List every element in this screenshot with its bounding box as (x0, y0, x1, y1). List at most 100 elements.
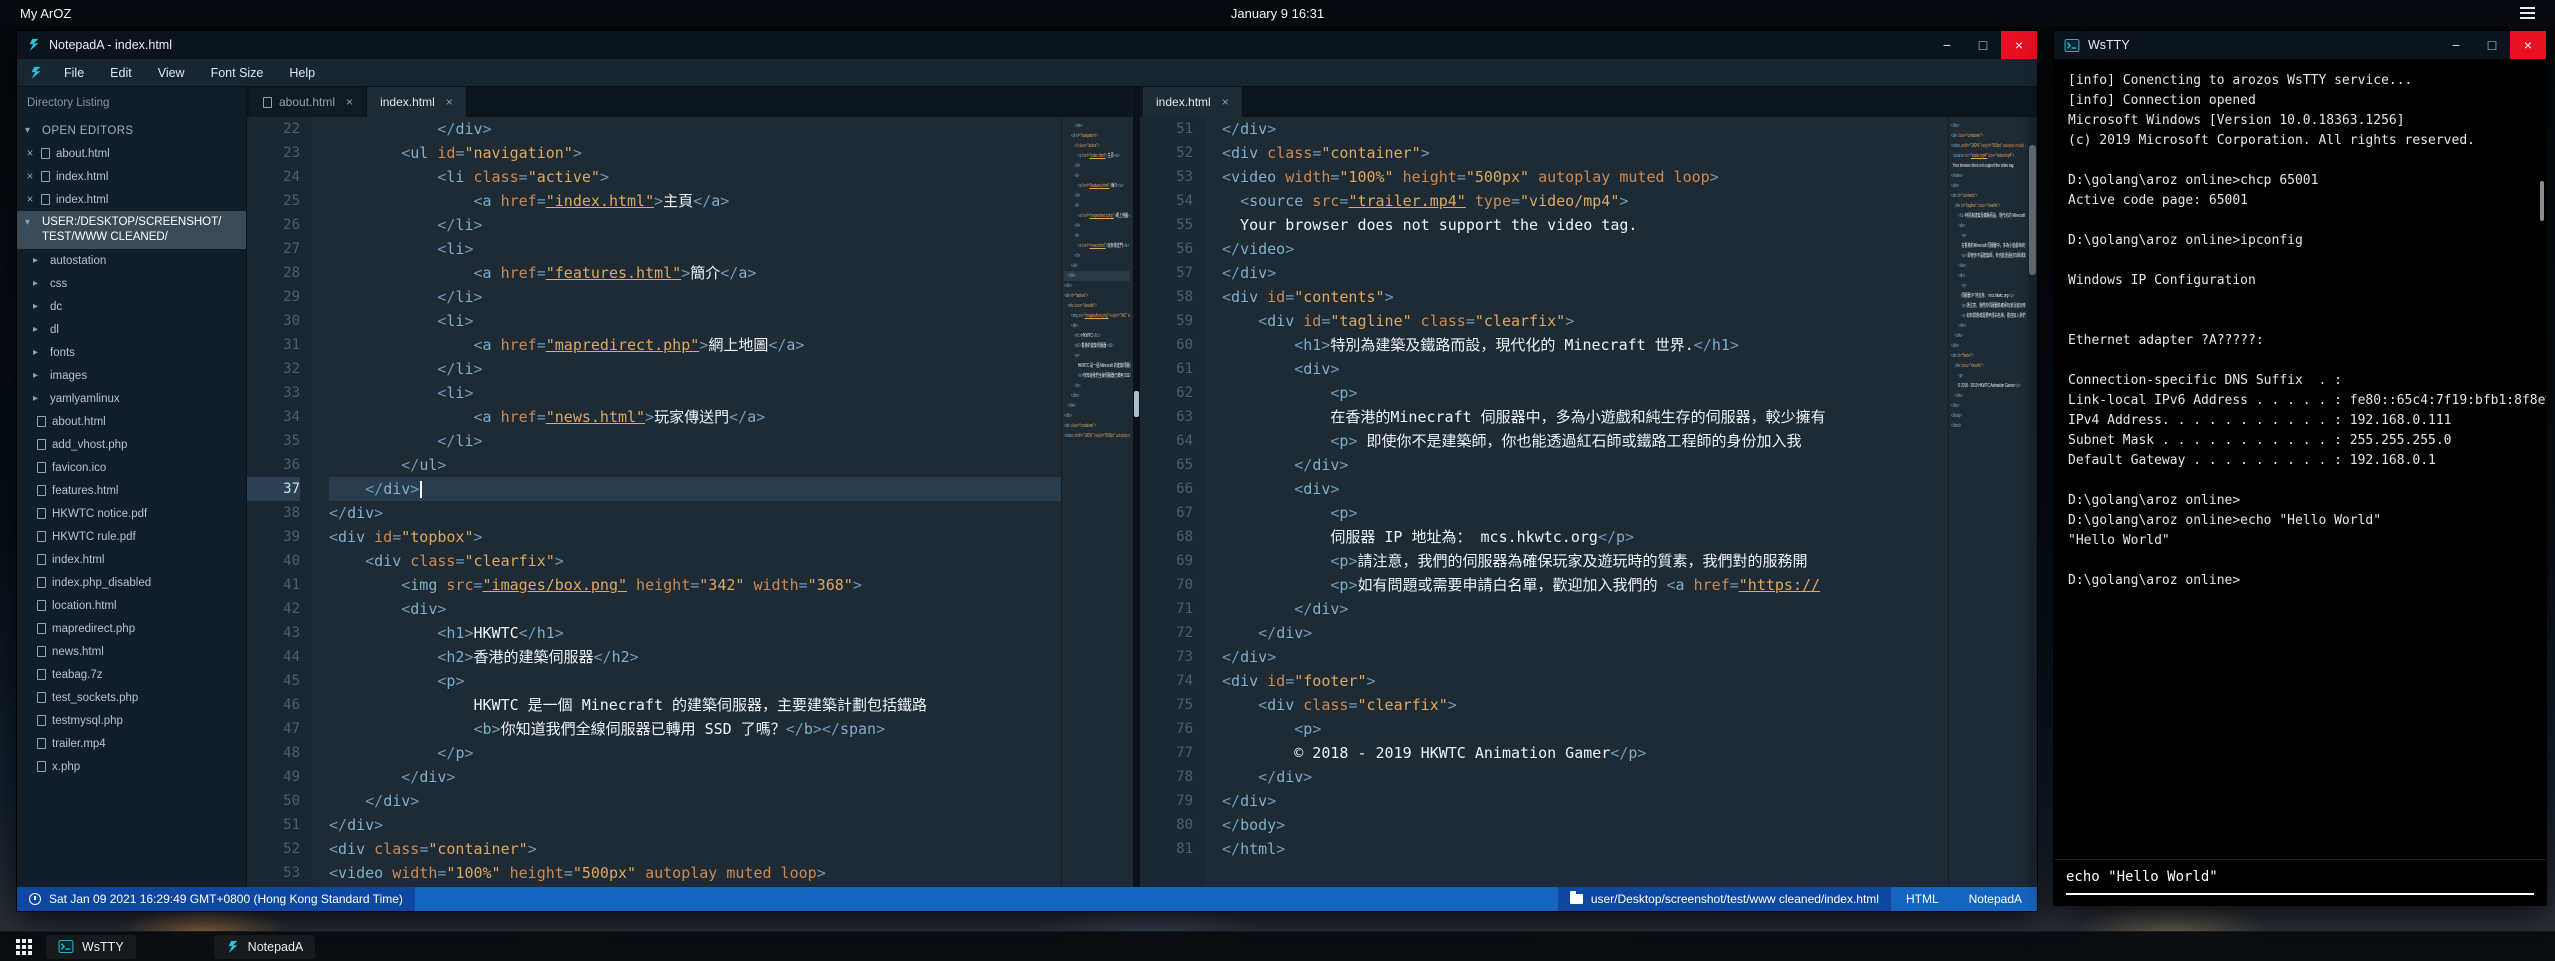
code-line[interactable]: </div> (1222, 261, 1948, 285)
code-line[interactable]: <ul id="navigation"> (329, 141, 1061, 165)
code-line[interactable]: </div> (1222, 621, 1948, 645)
code-line[interactable]: </div> (1222, 597, 1948, 621)
menu-item-help[interactable]: Help (276, 59, 328, 86)
file-features-html[interactable]: features.html (17, 479, 246, 502)
splitter-handle[interactable] (1134, 391, 1139, 417)
close-button[interactable]: × (2510, 31, 2546, 59)
minimap[interactable]: </div> <ul id="navigation"> <li class="a… (1061, 117, 1133, 887)
folder-css[interactable]: ▸css (17, 272, 246, 295)
pane-splitter[interactable] (1133, 87, 1140, 887)
code-line[interactable]: <a href="news.html">玩家傳送門</a> (329, 405, 1061, 429)
code-line[interactable]: <p> (1222, 501, 1948, 525)
code-line[interactable]: <p> (329, 669, 1061, 693)
file-teabag-7z[interactable]: teabag.7z (17, 663, 246, 686)
code-line[interactable]: <div class="clearfix"> (1222, 693, 1948, 717)
code-line[interactable]: </div> (329, 117, 1061, 141)
code-line[interactable]: <li> (329, 381, 1061, 405)
minimize-button[interactable]: − (1929, 31, 1965, 59)
open-editors-header[interactable]: ▾OPEN EDITORS (17, 119, 246, 142)
code-line[interactable]: <b>你知道我們全線伺服器已轉用 SSD 了嗎？</b></span> (329, 717, 1061, 741)
close-tab-icon[interactable]: × (446, 95, 453, 109)
code-line[interactable]: </div> (1222, 789, 1948, 813)
code-line[interactable]: <h2>香港的建築伺服器</h2> (329, 645, 1061, 669)
menu-item-edit[interactable]: Edit (97, 59, 145, 86)
code-line[interactable]: </div> (329, 501, 1061, 525)
folder-fonts[interactable]: ▸fonts (17, 341, 246, 364)
file-news-html[interactable]: news.html (17, 640, 246, 663)
folder-dl[interactable]: ▸dl (17, 318, 246, 341)
code-line[interactable]: </body> (1222, 813, 1948, 837)
code-line[interactable]: </div> (329, 813, 1061, 837)
file-mapredirect-php[interactable]: mapredirect.php (17, 617, 246, 640)
code-line[interactable]: </div> (1222, 765, 1948, 789)
close-file-icon[interactable]: × (25, 194, 35, 206)
file-hkwtc-rule-pdf[interactable]: HKWTC rule.pdf (17, 525, 246, 548)
code-line[interactable]: <p>如有問題或需要申請白名單，歡迎加入我們的 <a href="https:/… (1222, 573, 1948, 597)
code-line[interactable]: <div> (329, 597, 1061, 621)
code-line[interactable]: </div> (329, 765, 1061, 789)
editor-tab-about-html[interactable]: about.html× (250, 87, 367, 117)
file-add-vhost-php[interactable]: add_vhost.php (17, 433, 246, 456)
minimap[interactable]: </div><div class="container"><video widt… (1948, 117, 2028, 887)
code-line[interactable]: <source src="trailer.mp4" type="video/mp… (1222, 189, 1948, 213)
code-line[interactable]: © 2018 - 2019 HKWTC Animation Gamer</p> (1222, 741, 1948, 765)
code-line[interactable]: </li> (329, 213, 1061, 237)
code-line[interactable]: </div> (1222, 117, 1948, 141)
code-line[interactable]: HKWTC 是一個 Minecraft 的建築伺服器，主要建築計劃包括鐵路 (329, 693, 1061, 717)
code-line[interactable]: Your browser does not support the video … (1222, 213, 1948, 237)
code-line[interactable]: <div> (1222, 477, 1948, 501)
system-menu-button[interactable]: My ArOZ (20, 6, 71, 21)
folder-images[interactable]: ▸images (17, 364, 246, 387)
taskbar-item-notepada[interactable]: NotepadA (214, 935, 316, 959)
code-line[interactable]: <p>請注意，我們的伺服器為確保玩家及遊玩時的質素，我們對的服務開 (1222, 549, 1948, 573)
minimize-button[interactable]: − (2438, 31, 2474, 59)
code-line[interactable]: <img src="images/box.png" height="342" w… (329, 573, 1061, 597)
code-editor[interactable]: </div> <ul id="navigation"> <li class="a… (313, 117, 1061, 887)
menu-item-font-size[interactable]: Font Size (198, 59, 277, 86)
code-line[interactable]: <p> 即使你不是建築師，你也能透過紅石師或鐵路工程師的身份加入我 (1222, 429, 1948, 453)
code-line[interactable]: </li> (329, 285, 1061, 309)
code-line[interactable]: <div class="container"> (329, 837, 1061, 861)
file-about-html[interactable]: about.html (17, 410, 246, 433)
editor-scrollbar[interactable] (2028, 117, 2037, 887)
open-editor-index-html[interactable]: ×index.html (17, 188, 246, 211)
code-line[interactable]: </div> (329, 789, 1061, 813)
file-x-php[interactable]: x.php (17, 755, 246, 778)
folder-dc[interactable]: ▸dc (17, 295, 246, 318)
terminal-scrollbar[interactable] (2540, 181, 2544, 221)
file-index-php-disabled[interactable]: index.php_disabled (17, 571, 246, 594)
close-button[interactable]: × (2001, 31, 2037, 59)
start-menu-button[interactable] (16, 939, 32, 955)
editor-tab-index-html[interactable]: index.html× (367, 87, 467, 117)
close-tab-icon[interactable]: × (346, 95, 353, 109)
file-trailer-mp4[interactable]: trailer.mp4 (17, 732, 246, 755)
code-line[interactable]: <video width="100%" height="500px" autop… (329, 861, 1061, 885)
maximize-button[interactable]: □ (1965, 31, 2001, 59)
file-testmysql-php[interactable]: testmysql.php (17, 709, 246, 732)
scrollbar-thumb[interactable] (2029, 145, 2036, 275)
code-line[interactable]: <li class="active"> (329, 165, 1061, 189)
code-line[interactable]: <p> (1222, 381, 1948, 405)
wstty-titlebar[interactable]: WsTTY − □ × (2054, 31, 2546, 59)
editor-tab-index-html[interactable]: index.html× (1143, 87, 1243, 117)
code-line[interactable]: <li> (329, 309, 1061, 333)
open-editor-index-html[interactable]: ×index.html (17, 165, 246, 188)
file-hkwtc-notice-pdf[interactable]: HKWTC notice.pdf (17, 502, 246, 525)
code-line[interactable]: <div id="tagline" class="clearfix"> (1222, 309, 1948, 333)
code-line[interactable]: </li> (329, 357, 1061, 381)
code-line[interactable]: </div> (1222, 453, 1948, 477)
code-line[interactable]: </p> (329, 741, 1061, 765)
folder-yamlyamlinux[interactable]: ▸yamlyamlinux (17, 387, 246, 410)
menu-item-file[interactable]: File (51, 59, 97, 86)
code-line[interactable]: <video width="100%" height="500px" autop… (1222, 165, 1948, 189)
file-test-sockets-php[interactable]: test_sockets.php (17, 686, 246, 709)
open-editor-about-html[interactable]: ×about.html (17, 142, 246, 165)
code-line[interactable]: <a href="mapredirect.php">網上地圖</a> (329, 333, 1061, 357)
close-file-icon[interactable]: × (25, 148, 35, 160)
code-line[interactable]: <div class="container"> (1222, 141, 1948, 165)
code-line[interactable]: <div> (1222, 357, 1948, 381)
code-line[interactable]: </video> (1222, 237, 1948, 261)
taskbar-item-wstty[interactable]: WsTTY (46, 935, 136, 959)
code-line[interactable]: <a href="features.html">簡介</a> (329, 261, 1061, 285)
hamburger-menu-icon[interactable] (2520, 7, 2535, 19)
